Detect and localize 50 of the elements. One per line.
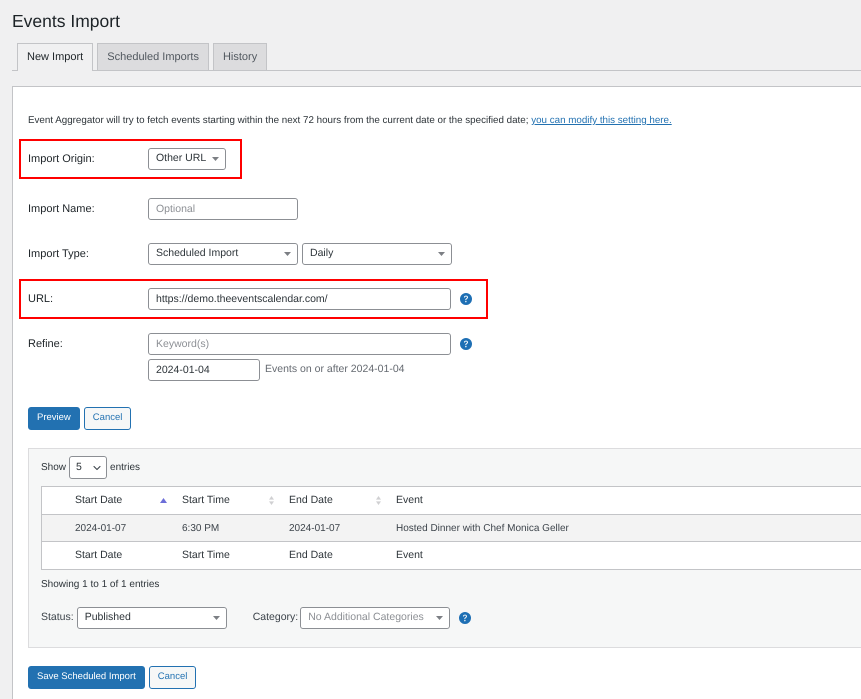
cancel-button[interactable]: Cancel	[84, 407, 132, 430]
type-select[interactable]: Scheduled Import	[148, 243, 298, 265]
table-cell-text: 2024-01-07	[74, 522, 128, 536]
origin-select[interactable]: Other URL	[148, 148, 226, 170]
caret-icon	[438, 252, 445, 256]
status-label: Status:	[41, 610, 74, 626]
help-icon[interactable]	[460, 338, 472, 350]
column-header[interactable]: End Date	[279, 487, 386, 514]
table-cell-text: 2024-01-07	[288, 522, 342, 536]
column-footer: Start Date	[65, 548, 172, 564]
field-label: Refine:	[28, 336, 64, 352]
column-header[interactable]: Start Time	[172, 487, 279, 514]
primary-button[interactable]: Preview	[28, 407, 80, 430]
status-select[interactable]: Published	[76, 607, 227, 629]
settings-link[interactable]: you can modify this setting here.	[531, 115, 672, 126]
tab[interactable]: New Import	[17, 43, 94, 71]
caret-icon	[212, 616, 220, 620]
caret-icon	[284, 252, 291, 256]
keyword-input[interactable]: Keyword(s)	[148, 333, 451, 355]
cancel-button[interactable]: Cancel	[148, 666, 196, 689]
field-label: Import Name:	[28, 202, 96, 217]
field-label: URL:	[28, 292, 54, 307]
field-label: Import Origin:	[28, 152, 96, 167]
field-label: Import Type:	[28, 246, 90, 262]
column-header[interactable]: Start Date	[65, 487, 172, 514]
page-title: Events Import	[12, 10, 120, 33]
help-icon[interactable]	[460, 293, 472, 305]
date-input[interactable]: 2024-01-04	[148, 359, 260, 381]
tab[interactable]: Scheduled Imports	[97, 43, 209, 70]
show-label: Show	[41, 461, 66, 475]
tab[interactable]: History	[212, 43, 268, 70]
column-footer: End Date	[279, 548, 386, 564]
date-note: Events on or after 2024-01-04	[265, 362, 405, 378]
caret-icon	[436, 616, 444, 620]
column-header: Event	[395, 492, 424, 508]
primary-button[interactable]: Save Scheduled Import	[28, 666, 145, 689]
caret-icon	[212, 157, 220, 161]
help-icon[interactable]	[459, 612, 472, 624]
text-input[interactable]: Optional	[148, 198, 298, 220]
entries-label: entries	[110, 461, 140, 475]
url-input[interactable]: https://demo.theeventscalendar.com/	[148, 288, 451, 310]
table-cell-text: 6:30 PM	[181, 522, 220, 536]
entries-select[interactable]: 5	[69, 456, 108, 479]
column-footer: Start Time	[172, 548, 279, 564]
column-footer: Event	[386, 548, 861, 564]
type-select[interactable]: Daily	[302, 243, 452, 265]
entries-info: Showing 1 to 1 of 1 entries	[41, 578, 160, 592]
table-cell-text: Hosted Dinner with Chef Monica Geller	[395, 522, 570, 536]
notice-text: Event Aggregator will try to fetch events starting within the next 72 hours from the current date or the specified date; you can modify this setting here.	[28, 114, 672, 127]
category-label: Category:	[252, 610, 298, 626]
